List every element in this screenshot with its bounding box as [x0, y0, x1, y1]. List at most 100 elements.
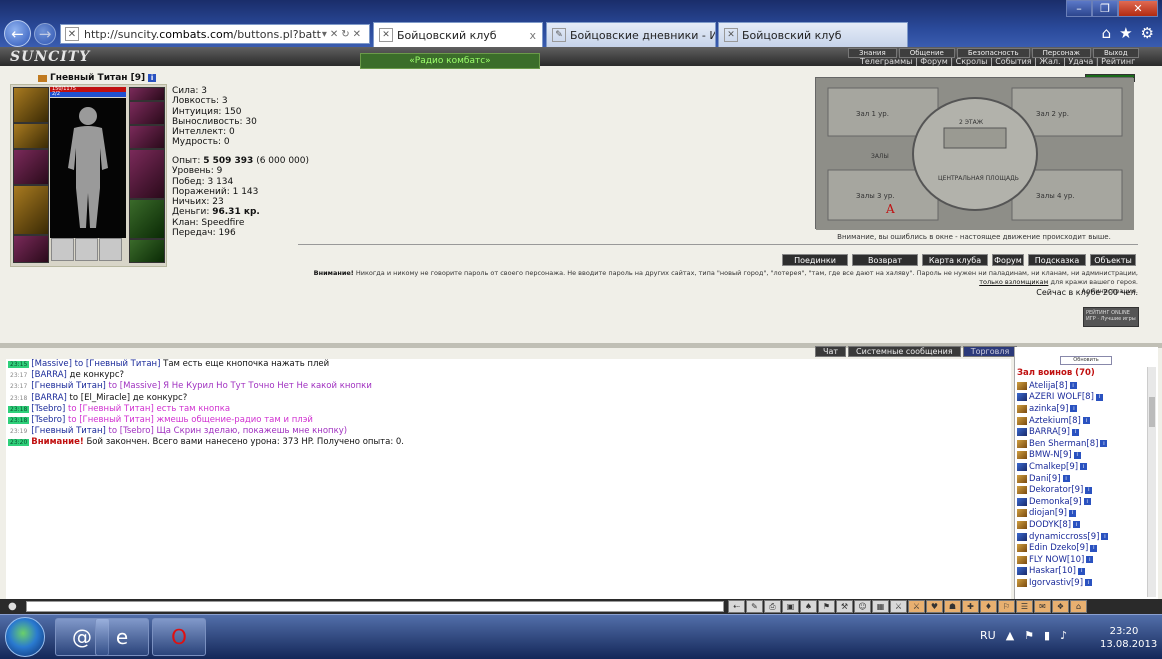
user-info-icon[interactable]: i: [1082, 417, 1090, 425]
user-list-item[interactable]: DODYK[8] i: [1017, 519, 1141, 531]
user-info-icon[interactable]: i: [1086, 556, 1094, 564]
network-icon[interactable]: ▮: [1044, 629, 1050, 642]
message-sender[interactable]: [Tsebro]: [31, 415, 65, 425]
bracers-slot[interactable]: [13, 123, 49, 149]
chat-tool-icon[interactable]: ⇠: [728, 600, 745, 613]
chat-tool-icon[interactable]: ✚: [962, 600, 979, 613]
message-sender[interactable]: [BARRA]: [31, 370, 67, 380]
message-time[interactable]: 23:18: [8, 405, 30, 413]
user-list-item[interactable]: dynamiccross[9] i: [1017, 531, 1141, 543]
chat-tool-icon[interactable]: ⚑: [818, 600, 835, 613]
user-list-item[interactable]: Dekorator[9] i: [1017, 484, 1141, 496]
user-list-scrollbar[interactable]: [1147, 367, 1156, 597]
user-info-icon[interactable]: i: [1073, 521, 1081, 529]
user-name[interactable]: Igorvastiv[9]: [1029, 578, 1083, 588]
favorites-star-icon[interactable]: ★: [1119, 24, 1132, 42]
user-name[interactable]: Haskar[10]: [1029, 566, 1076, 576]
user-list-item[interactable]: Ben Sherman[8] i: [1017, 438, 1141, 450]
user-name[interactable]: Atelija[8]: [1029, 381, 1068, 391]
flag-icon[interactable]: ⚑: [1024, 629, 1034, 642]
hint-button[interactable]: Подсказка: [1028, 254, 1086, 266]
earrings-slot[interactable]: [129, 87, 165, 101]
user-info-icon[interactable]: i: [1077, 567, 1085, 575]
chat-tool-icon[interactable]: ☰: [1016, 600, 1033, 613]
back-button[interactable]: ←: [4, 20, 31, 47]
user-name[interactable]: DODYK[8]: [1029, 520, 1071, 530]
user-info-icon[interactable]: i: [1085, 486, 1093, 494]
taskbar-opera-icon[interactable]: O: [152, 618, 206, 656]
ring-slot-4[interactable]: [129, 125, 165, 149]
user-list-item[interactable]: Igorvastiv[9] i: [1017, 577, 1141, 589]
message-sender[interactable]: [Massive]: [31, 359, 72, 369]
chat-tool-icon[interactable]: ☺: [854, 600, 871, 613]
chat-tool-icon[interactable]: ✎: [746, 600, 763, 613]
message-time[interactable]: 23:17: [8, 383, 29, 390]
user-info-icon[interactable]: i: [1070, 405, 1078, 413]
user-info-icon[interactable]: i: [1090, 544, 1098, 552]
user-info-icon[interactable]: i: [1083, 498, 1091, 506]
user-name[interactable]: Ben Sherman[8]: [1029, 439, 1098, 449]
map-room-1[interactable]: Зал 1 ур.: [856, 110, 889, 118]
user-info-icon[interactable]: i: [1080, 463, 1088, 471]
tray-expand-icon[interactable]: ▲: [1006, 629, 1014, 642]
user-info-icon[interactable]: i: [1101, 533, 1109, 541]
armor-slot[interactable]: [13, 185, 49, 235]
message-time[interactable]: 23:15: [8, 361, 30, 368]
minimize-icon[interactable]: –: [1066, 0, 1092, 17]
user-name[interactable]: FLY NOW[10]: [1029, 555, 1084, 565]
user-name[interactable]: Dani[9]: [1029, 474, 1061, 484]
tab-2[interactable]: ✎ Бойцовские дневники - Итар...: [546, 22, 716, 47]
tab-close-icon[interactable]: x: [529, 29, 536, 42]
message-time[interactable]: 23:19: [8, 428, 29, 435]
message-sender[interactable]: [Гневный Титан]: [31, 426, 106, 436]
chat-tool-icon[interactable]: ♠: [800, 600, 817, 613]
chat-tool-icon[interactable]: ▣: [782, 600, 799, 613]
ring-slot-3[interactable]: [99, 238, 122, 261]
chat-tool-icon[interactable]: ⌂: [1070, 600, 1087, 613]
user-list-item[interactable]: Aztekium[8] i: [1017, 415, 1141, 427]
club-map[interactable]: Зал 1 ур. 2 ЭТАЖ Зал 2 ур. ЗАЛЫ ЦЕНТРАЛЬ…: [815, 77, 1134, 230]
user-list-item[interactable]: AZERI WOLF[8] i: [1017, 392, 1141, 404]
chat-tool-icon[interactable]: ⎙: [764, 600, 781, 613]
user-list-item[interactable]: BMW-N[9] i: [1017, 450, 1141, 462]
weapon-slot[interactable]: [13, 149, 49, 185]
map-room-3[interactable]: Зал 2 ур.: [1036, 110, 1069, 118]
user-list-item[interactable]: Demonka[9] i: [1017, 496, 1141, 508]
rating-counter[interactable]: РЕЙТИНГ ONLINE ИГР · Лучшие игры: [1083, 307, 1139, 327]
message-time[interactable]: 23:20: [8, 439, 30, 447]
close-icon[interactable]: ✕: [1118, 0, 1158, 17]
chat-tool-icon[interactable]: ▦: [872, 600, 889, 613]
refresh-button[interactable]: Обновить: [1060, 356, 1112, 365]
chat-input[interactable]: [26, 601, 724, 612]
user-list-item[interactable]: Haskar[10] i: [1017, 566, 1141, 578]
message-time[interactable]: 23:18: [8, 417, 30, 425]
user-name[interactable]: Dekorator[9]: [1029, 485, 1083, 495]
settings-gear-icon[interactable]: ⚙: [1141, 24, 1154, 42]
belt-slot[interactable]: [13, 235, 49, 263]
chat-tool-icon[interactable]: ♦: [980, 600, 997, 613]
message-time[interactable]: 23:18: [8, 395, 29, 402]
message-sender[interactable]: [BARRA]: [31, 393, 67, 403]
user-name[interactable]: Demonka[9]: [1029, 497, 1082, 507]
address-controls-icon[interactable]: ▾✕↻✕: [322, 29, 369, 40]
home-icon[interactable]: ⌂: [1102, 24, 1112, 42]
user-info-icon[interactable]: i: [1068, 509, 1076, 517]
taskbar-ie-icon[interactable]: e: [95, 618, 149, 656]
tab-system-messages[interactable]: Системные сообщения: [848, 346, 961, 357]
user-list-item[interactable]: Atelija[8] i: [1017, 380, 1141, 392]
chat-tool-icon[interactable]: ❖: [1052, 600, 1069, 613]
user-info-icon[interactable]: i: [1100, 440, 1108, 448]
user-info-icon[interactable]: i: [1069, 382, 1077, 390]
start-button[interactable]: [5, 617, 45, 657]
user-name[interactable]: BMW-N[9]: [1029, 450, 1072, 460]
chat-tool-icon[interactable]: ✉: [1034, 600, 1051, 613]
user-name[interactable]: azinka[9]: [1029, 404, 1068, 414]
volume-icon[interactable]: ♪: [1060, 629, 1067, 642]
info-icon[interactable]: i: [148, 74, 157, 82]
ring-slot-1[interactable]: [51, 238, 74, 261]
user-list-item[interactable]: Edin Dzeko[9] i: [1017, 542, 1141, 554]
chat-tool-icon[interactable]: ♥: [926, 600, 943, 613]
user-name[interactable]: Cmalkep[9]: [1029, 462, 1078, 472]
return-button[interactable]: Возврат: [852, 254, 918, 266]
map-room-7[interactable]: Залы 4 ур.: [1036, 192, 1075, 200]
